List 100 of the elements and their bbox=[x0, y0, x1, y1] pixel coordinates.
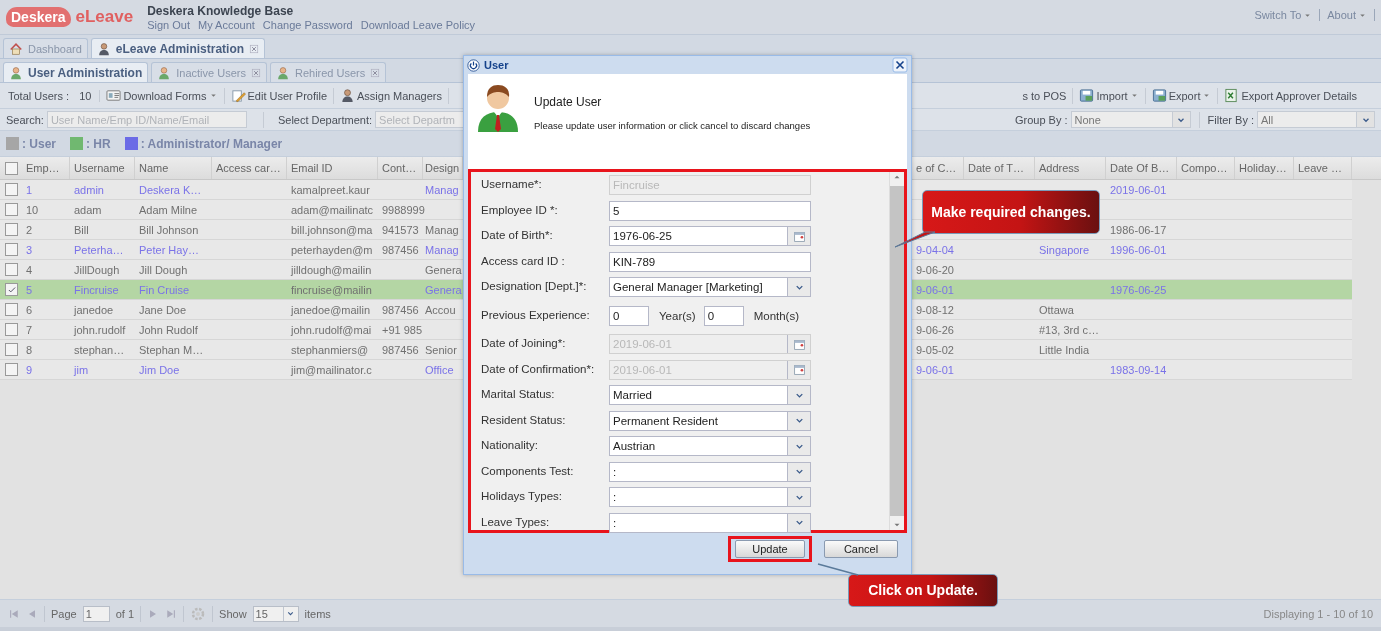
table-cell-text: admin bbox=[73, 183, 105, 196]
unit-label: Month(s) bbox=[753, 309, 800, 322]
table-cell-text: 10 bbox=[25, 203, 40, 216]
table-cell-text: Bill bbox=[73, 223, 90, 236]
table-cell-text: Ottawa bbox=[1038, 303, 1075, 316]
table-cell-text: Genera bbox=[424, 283, 463, 296]
total-label: Total Users : bbox=[8, 89, 70, 102]
table-cell-text: JillDough bbox=[73, 263, 121, 276]
table-cell-text: jim bbox=[72, 363, 90, 376]
field-label: Components Test: bbox=[481, 463, 575, 479]
table-cell-text: Jill Dough bbox=[138, 263, 189, 276]
table-cell-text: 4 bbox=[25, 263, 34, 276]
table-cell-text: 9-06-01 bbox=[915, 363, 955, 376]
table-cell-text: 1986-06-17 bbox=[1109, 223, 1168, 236]
table-cell-text: Peter Hay… bbox=[138, 243, 200, 256]
table-cell-text: 1 bbox=[25, 183, 34, 196]
table-cell-text: Peterha… bbox=[73, 243, 125, 256]
group-by-label: Group By : bbox=[1014, 113, 1068, 126]
table-cell-text: 9-05-02 bbox=[915, 343, 955, 356]
page-count: of 1 bbox=[115, 607, 135, 620]
table-cell-text: janedoe bbox=[72, 303, 115, 316]
table-cell-text: peterhayden@m bbox=[290, 243, 374, 256]
table-cell-text: stephan… bbox=[73, 343, 126, 356]
table-cell-text: John Rudolf bbox=[138, 323, 199, 336]
legend-label: : HR bbox=[86, 136, 111, 151]
table-cell-text: adam bbox=[73, 203, 103, 216]
legend-label: : Administrator/ Manager bbox=[140, 136, 283, 151]
table-cell-text: Little India bbox=[1038, 343, 1091, 356]
table-cell-text: #13, 3rd c… bbox=[1038, 323, 1100, 336]
field-label: Date of Joining*: bbox=[481, 336, 567, 352]
table-cell-text: bill.johnson@ma bbox=[290, 223, 374, 236]
app-name: eLeave bbox=[75, 7, 134, 27]
unit-label: Year(s) bbox=[659, 309, 696, 322]
field-label: Access card ID : bbox=[481, 253, 566, 269]
table-cell-text: john.rudolf bbox=[72, 323, 127, 336]
table-cell-text: Bill Johnson bbox=[138, 223, 200, 236]
table-cell-text: Jim Doe bbox=[138, 363, 181, 376]
table-cell-text: Genera bbox=[424, 263, 463, 276]
table-cell-text: Stephan M… bbox=[138, 343, 205, 356]
paging-summary: Displaying 1 - 10 of 10 bbox=[1263, 607, 1373, 620]
table-cell-text: Adam Milne bbox=[138, 203, 199, 216]
table-cell-text: Senior bbox=[424, 343, 458, 356]
field-label: Holidays Types: bbox=[481, 489, 563, 505]
field-label: Designation [Dept.]*: bbox=[481, 279, 588, 295]
table-cell-text: 987456 bbox=[381, 343, 420, 356]
dialog-message: Please update user information or click cancel to discard changes bbox=[534, 120, 811, 131]
table-cell-text: Manag bbox=[424, 243, 460, 256]
legend-label: : User bbox=[22, 136, 56, 151]
table-cell-text: 9-06-26 bbox=[915, 323, 955, 336]
callout: Click on Update. bbox=[848, 574, 998, 607]
table-cell-text: 987456 bbox=[381, 243, 420, 256]
table-cell-text: Fin Cruise bbox=[138, 283, 191, 296]
dialog-heading: Update User bbox=[534, 95, 603, 109]
show-label: Show bbox=[219, 607, 247, 620]
table-cell-text: jim@mailinator.c bbox=[289, 363, 373, 376]
table-cell-text: 941573 bbox=[381, 223, 420, 236]
department-label: Select Department: bbox=[277, 113, 373, 126]
table-cell-text: Manag bbox=[424, 183, 460, 196]
logo: Deskera bbox=[6, 7, 71, 27]
items-label: items bbox=[304, 607, 331, 620]
table-cell-text: 1976-06-25 bbox=[1109, 283, 1168, 296]
table-cell-text: 9 bbox=[25, 363, 34, 376]
field-label: Date of Birth*: bbox=[481, 228, 554, 244]
table-cell-text: 2019-06-01 bbox=[1109, 183, 1168, 196]
field-label: Marital Status: bbox=[481, 387, 556, 403]
table-cell-text: Singapore bbox=[1038, 243, 1091, 256]
field-label: Previous Experience: bbox=[481, 307, 591, 323]
field-label: Leave Types: bbox=[481, 514, 551, 530]
table-cell-text: 9-08-12 bbox=[915, 303, 955, 316]
field-label: Date of Confirmation*: bbox=[481, 361, 596, 377]
filter-by-label: Filter By : bbox=[1207, 113, 1254, 126]
table-cell-text: 9-06-01 bbox=[915, 283, 955, 296]
table-cell-text: 9-06-20 bbox=[915, 263, 955, 276]
table-cell-text: 9988999 bbox=[381, 203, 423, 216]
table-cell-text: stephanmiers@ bbox=[290, 343, 370, 356]
table-cell-text: Manag bbox=[424, 223, 460, 236]
table-cell-text: kamalpreet.kaur bbox=[290, 183, 371, 196]
table-cell-text: 7 bbox=[25, 323, 34, 336]
table-cell-text: 1983-09-14 bbox=[1109, 363, 1168, 376]
table-cell-text: 2 bbox=[25, 223, 34, 236]
table-cell-text: janedoe@mailin bbox=[289, 303, 372, 316]
search-label: Search: bbox=[6, 113, 44, 126]
table-cell-text: Deskera K… bbox=[138, 183, 203, 196]
site-title: Deskera Knowledge Base bbox=[147, 3, 295, 18]
table-cell-text: 9-04-04 bbox=[915, 243, 955, 256]
callout: Make required changes. bbox=[922, 190, 1100, 234]
table-cell-text: Fincruise bbox=[73, 283, 120, 296]
table-cell-text: 6 bbox=[25, 303, 34, 316]
table-cell-text: Office bbox=[424, 363, 455, 376]
table-cell-text: 987456 bbox=[381, 303, 420, 316]
table-cell-text: Jane Doe bbox=[138, 303, 188, 316]
field-label: Employee ID *: bbox=[481, 202, 559, 218]
table-cell-text: jilldough@mailin bbox=[289, 263, 373, 276]
table-cell-text: 1996-06-01 bbox=[1109, 243, 1168, 256]
page-label: Page bbox=[51, 607, 77, 620]
field-label: Resident Status: bbox=[481, 412, 567, 428]
dialog-title: User bbox=[484, 59, 509, 71]
table-cell-text: 3 bbox=[25, 243, 34, 256]
field-label: Nationality: bbox=[481, 438, 539, 454]
table-cell-text: +91 985 bbox=[381, 323, 423, 336]
